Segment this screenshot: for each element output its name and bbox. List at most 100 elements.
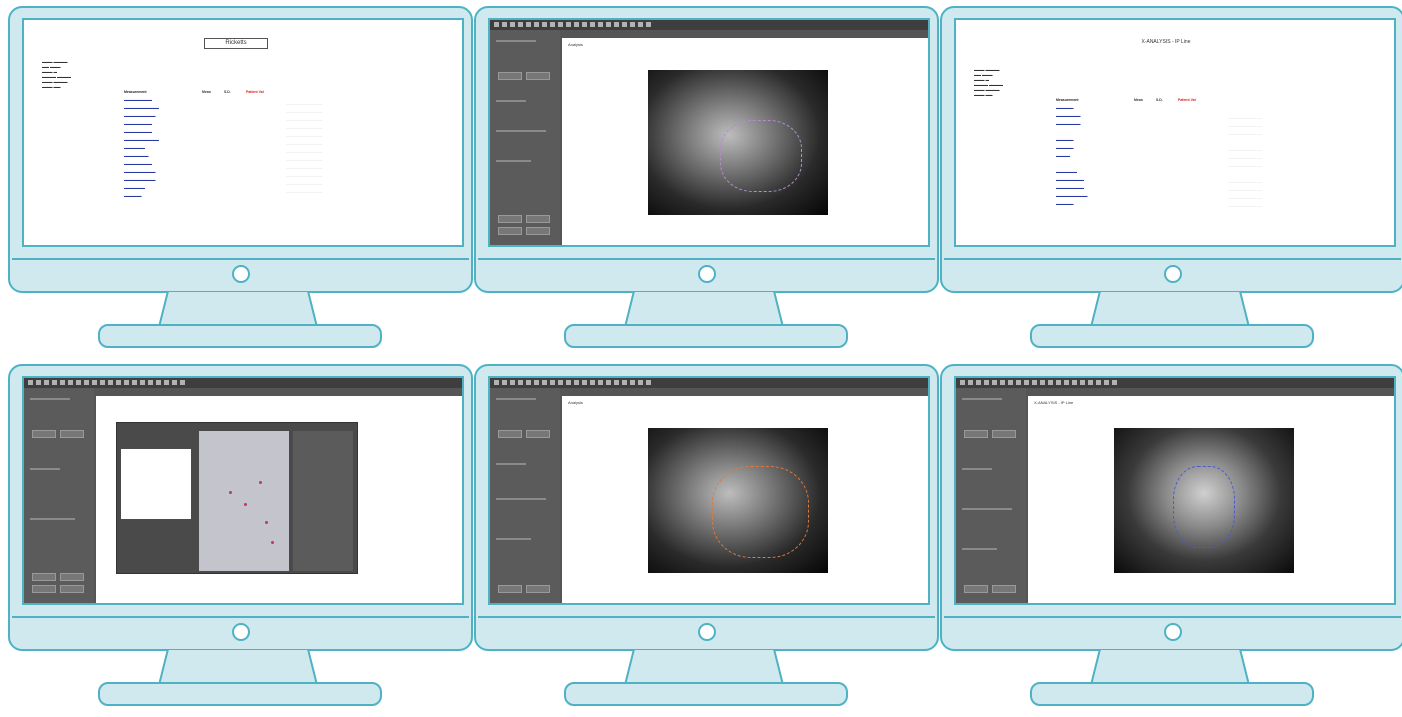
tool-icon[interactable]: [108, 380, 113, 385]
tool-icon[interactable]: [582, 22, 587, 27]
tool-icon[interactable]: [518, 380, 523, 385]
sidebar-button[interactable]: [526, 430, 550, 438]
tool-icon[interactable]: [646, 22, 651, 27]
sidebar-button[interactable]: [526, 585, 550, 593]
tool-icon[interactable]: [590, 22, 595, 27]
tool-icon[interactable]: [52, 380, 57, 385]
analysis-list[interactable]: [121, 449, 191, 519]
tool-icon[interactable]: [968, 380, 973, 385]
tool-icon[interactable]: [116, 380, 121, 385]
tool-icon[interactable]: [574, 380, 579, 385]
dialog-settings-panel[interactable]: [293, 431, 353, 571]
tool-icon[interactable]: [622, 380, 627, 385]
landmark-point[interactable]: [244, 503, 247, 506]
tool-icon[interactable]: [542, 22, 547, 27]
tool-icon[interactable]: [598, 22, 603, 27]
tool-icon[interactable]: [1080, 380, 1085, 385]
tool-icon[interactable]: [606, 22, 611, 27]
sidebar-button[interactable]: [498, 72, 522, 80]
tool-icon[interactable]: [1000, 380, 1005, 385]
tool-icon[interactable]: [1056, 380, 1061, 385]
sidebar-button[interactable]: [32, 573, 56, 581]
tool-icon[interactable]: [84, 380, 89, 385]
tool-icon[interactable]: [542, 380, 547, 385]
tool-icon[interactable]: [494, 380, 499, 385]
sidebar-button[interactable]: [526, 72, 550, 80]
tool-icon[interactable]: [534, 22, 539, 27]
tool-icon[interactable]: [1032, 380, 1037, 385]
sidebar-item[interactable]: [496, 130, 546, 132]
tool-icon[interactable]: [1104, 380, 1109, 385]
tool-icon[interactable]: [614, 380, 619, 385]
tool-icon[interactable]: [992, 380, 997, 385]
tool-icon[interactable]: [558, 22, 563, 27]
sidebar-button[interactable]: [498, 215, 522, 223]
tool-icon[interactable]: [172, 380, 177, 385]
sidebar-button[interactable]: [964, 585, 988, 593]
sidebar-button[interactable]: [992, 430, 1016, 438]
tool-icon[interactable]: [526, 380, 531, 385]
tool-icon[interactable]: [630, 380, 635, 385]
tool-icon[interactable]: [36, 380, 41, 385]
tool-icon[interactable]: [510, 380, 515, 385]
tool-icon[interactable]: [598, 380, 603, 385]
tool-icon[interactable]: [1064, 380, 1069, 385]
tool-icon[interactable]: [140, 380, 145, 385]
tool-icon[interactable]: [630, 22, 635, 27]
tool-icon[interactable]: [582, 380, 587, 385]
tool-icon[interactable]: [614, 22, 619, 27]
sidebar-button[interactable]: [498, 227, 522, 235]
tool-icon[interactable]: [638, 380, 643, 385]
tool-icon[interactable]: [502, 380, 507, 385]
tool-icon[interactable]: [590, 380, 595, 385]
tool-icon[interactable]: [566, 22, 571, 27]
sidebar-item[interactable]: [496, 100, 526, 102]
tool-icon[interactable]: [132, 380, 137, 385]
tool-icon[interactable]: [68, 380, 73, 385]
sidebar-button[interactable]: [498, 585, 522, 593]
tool-icon[interactable]: [124, 380, 129, 385]
tool-icon[interactable]: [638, 22, 643, 27]
sidebar-button[interactable]: [498, 430, 522, 438]
tool-icon[interactable]: [1096, 380, 1101, 385]
tool-icon[interactable]: [1024, 380, 1029, 385]
image-canvas[interactable]: Analysis: [562, 38, 928, 245]
image-canvas[interactable]: X-ANALYSIS - IP Line: [1028, 396, 1394, 603]
tool-icon[interactable]: [534, 380, 539, 385]
sidebar-item[interactable]: [30, 468, 60, 470]
tool-icon[interactable]: [76, 380, 81, 385]
sidebar-item[interactable]: [496, 463, 526, 465]
tool-icon[interactable]: [28, 380, 33, 385]
landmark-point[interactable]: [229, 491, 232, 494]
sidebar-button[interactable]: [60, 585, 84, 593]
tool-icon[interactable]: [1040, 380, 1045, 385]
tool-icon[interactable]: [1016, 380, 1021, 385]
image-canvas[interactable]: Analysis: [562, 396, 928, 603]
landmark-point[interactable]: [259, 481, 262, 484]
sidebar-button[interactable]: [32, 430, 56, 438]
tool-icon[interactable]: [44, 380, 49, 385]
tool-icon[interactable]: [148, 380, 153, 385]
sidebar-item[interactable]: [962, 508, 1012, 510]
tool-icon[interactable]: [976, 380, 981, 385]
tool-icon[interactable]: [1048, 380, 1053, 385]
tool-icon[interactable]: [606, 380, 611, 385]
sidebar-item[interactable]: [496, 398, 536, 400]
sidebar-item[interactable]: [496, 498, 546, 500]
sidebar-button[interactable]: [526, 227, 550, 235]
tool-icon[interactable]: [646, 380, 651, 385]
tool-icon[interactable]: [510, 22, 515, 27]
tool-icon[interactable]: [156, 380, 161, 385]
sidebar-button[interactable]: [32, 585, 56, 593]
sidebar-item[interactable]: [962, 548, 997, 550]
sidebar-button[interactable]: [992, 585, 1016, 593]
sidebar-button[interactable]: [60, 430, 84, 438]
tool-icon[interactable]: [518, 22, 523, 27]
tool-icon[interactable]: [984, 380, 989, 385]
tool-icon[interactable]: [566, 380, 571, 385]
tool-icon[interactable]: [574, 22, 579, 27]
landmark-point[interactable]: [265, 521, 268, 524]
landmark-point[interactable]: [271, 541, 274, 544]
tool-icon[interactable]: [526, 22, 531, 27]
sidebar-button[interactable]: [60, 573, 84, 581]
